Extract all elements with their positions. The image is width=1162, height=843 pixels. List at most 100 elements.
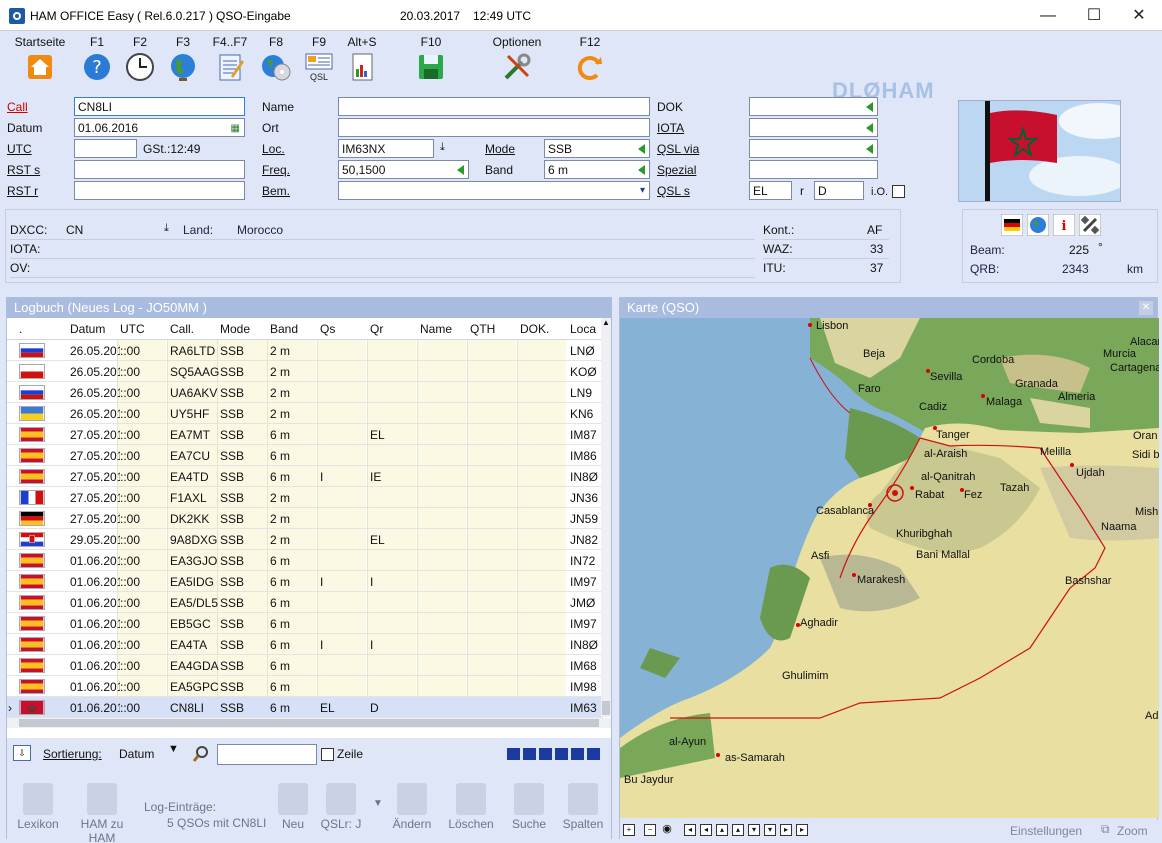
- map-close-icon[interactable]: ✕: [1139, 301, 1153, 315]
- table-row[interactable]: 01.06.201::00 EA4TA SSB 6 m I I IN8Ø: [7, 634, 603, 655]
- sort-dropdown-icon[interactable]: ▼: [168, 743, 179, 755]
- table-row[interactable]: 29.05.201::00 9A8DXG SSB 2 m EL JN82: [7, 529, 603, 550]
- qso-map[interactable]: Lisbon Beja Cordoba Murcia Alacan Cartag…: [620, 318, 1159, 818]
- column-header[interactable]: Qs: [320, 322, 335, 336]
- qsl-sent-input[interactable]: EL: [749, 181, 792, 200]
- map-nav-first-icon[interactable]: ◂: [684, 824, 696, 836]
- column-header[interactable]: Loca: [570, 322, 596, 336]
- table-row[interactable]: 26.05.201::00 SQ5AAG SSB 2 m KOØ: [7, 361, 603, 382]
- edit-button[interactable]: Ändern: [384, 783, 440, 831]
- column-header[interactable]: DOK.: [520, 322, 549, 336]
- locator-download-icon[interactable]: ⤓: [440, 141, 445, 154]
- minimize-button[interactable]: —: [1025, 0, 1071, 31]
- name-input[interactable]: [338, 97, 650, 116]
- table-row[interactable]: 26.05.201::00 UY5HF SSB 2 m KN6: [7, 403, 603, 424]
- dok-select[interactable]: [749, 97, 878, 116]
- globe-view-icon[interactable]: ◉: [661, 824, 673, 836]
- zoom-out-icon[interactable]: −: [644, 824, 656, 836]
- refresh-button[interactable]: F12: [560, 35, 620, 82]
- table-row[interactable]: 01.06.201::00 EA5GPC SSB 6 m IM98: [7, 676, 603, 697]
- ort-input[interactable]: [338, 118, 650, 137]
- table-row[interactable]: 26.05.201::00 UA6AKV SSB 2 m LN9: [7, 382, 603, 403]
- bem-select[interactable]: ▾: [338, 181, 650, 200]
- datum-input[interactable]: 01.06.2016 ▦: [74, 118, 245, 137]
- column-header[interactable]: QTH: [470, 322, 495, 336]
- lexikon-button[interactable]: Lexikon: [10, 783, 66, 831]
- maximize-button[interactable]: ☐: [1071, 0, 1117, 31]
- hscroll-thumb[interactable]: [19, 719, 599, 727]
- nav-first-icon[interactable]: [507, 747, 520, 760]
- logbook-vertical-scrollbar[interactable]: ▲: [601, 318, 611, 717]
- map-nav-right-icon[interactable]: ▸: [780, 824, 792, 836]
- table-row[interactable]: 26.05.201::00 RA6LTD SSB 2 m LNØ: [7, 340, 603, 361]
- rst-sent-input[interactable]: [74, 160, 245, 179]
- column-header[interactable]: Mode: [220, 322, 250, 336]
- table-row[interactable]: 27.05.201::00 DK2KK SSB 2 m JN59: [7, 508, 603, 529]
- zeile-checkbox[interactable]: [321, 748, 334, 761]
- nav-up-icon[interactable]: [539, 747, 552, 760]
- map-zoom-link[interactable]: Zoom: [1117, 824, 1148, 838]
- calendar-icon[interactable]: ▦: [231, 121, 240, 136]
- io-checkbox[interactable]: [892, 185, 905, 198]
- map-nav-left-icon[interactable]: ◂: [700, 824, 712, 836]
- call-input[interactable]: CN8LI: [74, 97, 245, 116]
- sort-value[interactable]: Datum: [119, 747, 154, 761]
- table-row[interactable]: 01.06.201::00 EB5GC SSB 6 m IM97: [7, 613, 603, 634]
- freq-select[interactable]: 50,1500: [338, 160, 469, 179]
- mode-select[interactable]: SSB: [544, 139, 650, 158]
- dxcc-download-icon[interactable]: ⤓: [164, 222, 169, 235]
- table-row[interactable]: 27.05.201::00 EA4TD SSB 6 m I IE IN8Ø: [7, 466, 603, 487]
- table-row[interactable]: › 01.06.201::00 CN8LI SSB 6 m EL D IM63: [7, 697, 603, 718]
- nav-page-down-icon[interactable]: [571, 747, 584, 760]
- save-button[interactable]: F10: [401, 35, 461, 82]
- column-header[interactable]: Name: [420, 322, 452, 336]
- document-chart-button[interactable]: Alt+S: [332, 35, 392, 82]
- column-header[interactable]: Call.: [170, 322, 194, 336]
- qsl-received-input[interactable]: D: [814, 181, 864, 200]
- map-settings-link[interactable]: Einstellungen: [1010, 824, 1082, 838]
- map-nav-down-icon[interactable]: ▾: [748, 824, 760, 836]
- nav-page-up-icon[interactable]: [523, 747, 536, 760]
- utc-input[interactable]: [74, 139, 137, 158]
- nav-last-icon[interactable]: [587, 747, 600, 760]
- columns-button[interactable]: Spalten: [555, 783, 611, 831]
- expand-icon[interactable]: ⇩: [13, 745, 31, 761]
- rst-received-input[interactable]: [74, 181, 245, 200]
- iota-select[interactable]: [749, 118, 878, 137]
- column-header[interactable]: Band: [270, 322, 298, 336]
- delete-button[interactable]: Löschen: [443, 783, 499, 831]
- map-nav-top-icon[interactable]: ▴: [716, 824, 728, 836]
- table-row[interactable]: 01.06.201::00 EA4GDA SSB 6 m IM68: [7, 655, 603, 676]
- options-button[interactable]: Optionen: [487, 35, 547, 82]
- scrollbar-thumb[interactable]: [602, 701, 610, 715]
- close-button[interactable]: ✕: [1116, 0, 1162, 31]
- nav-down-icon[interactable]: [555, 747, 568, 760]
- table-row[interactable]: 27.05.201::00 F1AXL SSB 2 m JN36: [7, 487, 603, 508]
- satellite-icon[interactable]: [1079, 214, 1101, 236]
- search-icon[interactable]: [192, 745, 210, 763]
- table-row[interactable]: 27.05.201::00 EA7CU SSB 6 m IM86: [7, 445, 603, 466]
- qslr-button[interactable]: QSLr: J: [313, 783, 369, 831]
- map-nav-last-icon[interactable]: ▸: [796, 824, 808, 836]
- column-header[interactable]: .: [19, 322, 22, 336]
- zoom-in-icon[interactable]: +: [623, 824, 635, 836]
- column-header[interactable]: UTC: [120, 322, 145, 336]
- qsl-via-select[interactable]: [749, 139, 878, 158]
- logbook-horizontal-scrollbar[interactable]: [7, 718, 611, 728]
- band-select[interactable]: 6 m: [544, 160, 650, 179]
- qslr-dropdown-icon[interactable]: ▼: [373, 798, 383, 809]
- column-header[interactable]: Datum: [70, 322, 105, 336]
- german-flag-icon[interactable]: [1001, 214, 1023, 236]
- map-nav-bottom-icon[interactable]: ▾: [764, 824, 776, 836]
- table-row[interactable]: 01.06.201::00 EA3GJO SSB 6 m IN72: [7, 550, 603, 571]
- scroll-up-icon[interactable]: ▲: [601, 318, 611, 328]
- row-search-input[interactable]: [217, 744, 317, 765]
- locator-input[interactable]: IM63NX: [338, 139, 434, 158]
- spezial-input[interactable]: [749, 160, 878, 179]
- table-row[interactable]: 01.06.201::00 EA5/DL5 SSB 6 m JMØ: [7, 592, 603, 613]
- ham-zu-ham-button[interactable]: HAM zu HAM: [66, 783, 138, 843]
- home-button[interactable]: Startseite: [10, 35, 70, 82]
- table-row[interactable]: 01.06.201::00 EA5IDG SSB 6 m I I IM97: [7, 571, 603, 592]
- table-row[interactable]: 27.05.201::00 EA7MT SSB 6 m EL IM87: [7, 424, 603, 445]
- globe-small-icon[interactable]: [1027, 214, 1049, 236]
